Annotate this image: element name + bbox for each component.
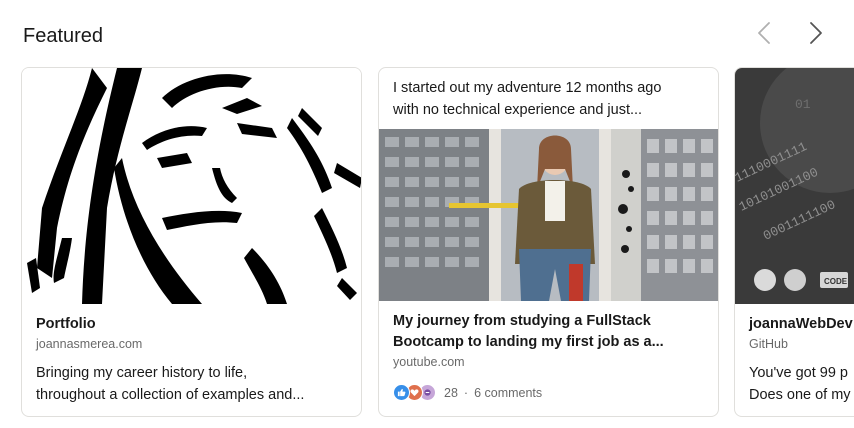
post-card-body: My journey from studying a FullStack Boo…: [393, 311, 708, 371]
svg-text:CODE: CODE: [824, 277, 848, 286]
reaction-count[interactable]: 28: [444, 386, 458, 400]
previous-button[interactable]: [752, 20, 776, 46]
card-description-line-1: You've got 99 p: [749, 365, 848, 381]
post-snippet-line-2: with no technical experience and just...: [393, 102, 643, 118]
card-source: joannasmerea.com: [36, 337, 143, 351]
portfolio-card-body: Portfolio joannasmerea.com Bringing my c…: [36, 314, 351, 406]
reaction-icons[interactable]: [393, 384, 438, 401]
like-icon: [393, 384, 410, 401]
post-title-line-1: My journey from studying a FullStack: [393, 313, 651, 329]
chevron-right-icon: [810, 22, 822, 44]
section-title: Featured: [23, 25, 104, 47]
featured-header: Featured: [23, 22, 854, 52]
card-description-line-2: throughout a collection of examples and.…: [36, 387, 305, 403]
card-source: GitHub: [749, 337, 788, 351]
video-thumbnail: [379, 129, 718, 301]
next-button[interactable]: [804, 20, 828, 46]
svg-text:01: 01: [795, 97, 811, 112]
card-description-line-2: Does one of my: [749, 387, 851, 403]
card-title: joannaWebDev: [749, 316, 853, 332]
chevron-left-icon: [758, 22, 770, 44]
featured-card-github[interactable]: 1110001111 10101001100 0001111100 01 COD…: [734, 67, 854, 417]
post-title-line-2: Bootcamp to landing my first job as a...: [393, 334, 664, 350]
comments-count[interactable]: 6 comments: [474, 386, 542, 400]
post-source: youtube.com: [393, 355, 465, 369]
github-thumbnail: 1110001111 10101001100 0001111100 01 COD…: [735, 68, 854, 304]
featured-carousel: Portfolio joannasmerea.com Bringing my c…: [21, 67, 854, 417]
card-title: Portfolio: [36, 316, 96, 332]
portfolio-thumbnail: [22, 68, 361, 304]
featured-card-portfolio[interactable]: Portfolio joannasmerea.com Bringing my c…: [21, 67, 362, 417]
post-snippet: I started out my adventure 12 months ago…: [393, 77, 706, 121]
post-snippet-line-1: I started out my adventure 12 months ago: [393, 80, 662, 96]
github-card-body: joannaWebDev GitHub You've got 99 p Does…: [749, 314, 854, 406]
featured-card-post[interactable]: I started out my adventure 12 months ago…: [378, 67, 719, 417]
social-counts: 28 · 6 comments: [393, 384, 542, 401]
separator-dot: ·: [463, 385, 469, 400]
card-description-line-1: Bringing my career history to life,: [36, 365, 248, 381]
